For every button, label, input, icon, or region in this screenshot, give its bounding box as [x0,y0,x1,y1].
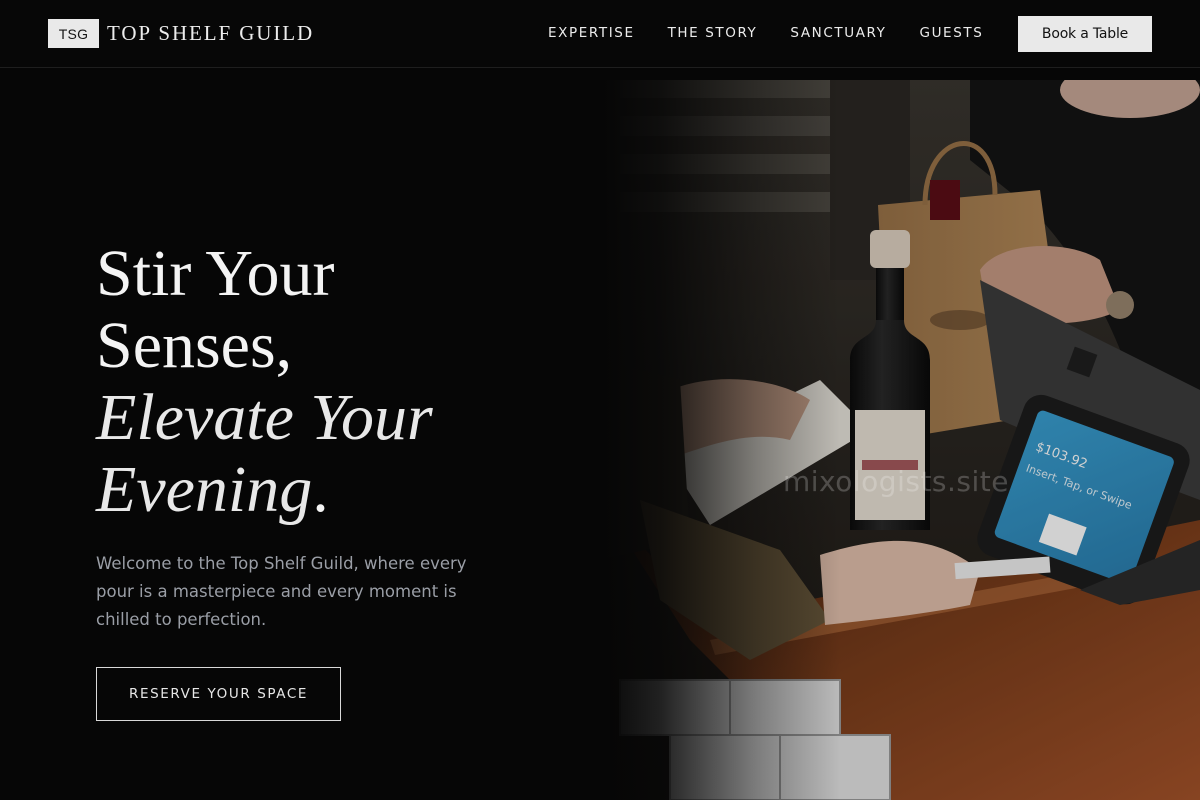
hero-title: Stir Your Senses, Elevate Your Evening. [96,238,576,526]
nav-link-expertise[interactable]: EXPERTISE [548,24,635,43]
logo-badge: TSG [48,19,99,48]
hero-photo: $103.92 Insert, Tap, or Swipe [600,80,1200,800]
site-header: TSG TOP SHELF GUILD EXPERTISE THE STORY … [0,0,1200,68]
hero-title-line-4: Evening [96,453,313,526]
watermark-text: mixologists.site [783,465,1009,498]
hero-title-line-2: Senses, [96,309,293,382]
book-table-button[interactable]: Book a Table [1018,16,1152,52]
brand-name: TOP SHELF GUILD [107,21,315,45]
main-nav: EXPERTISE THE STORY SANCTUARY GUESTS [548,24,983,43]
nav-link-guests[interactable]: GUESTS [920,24,984,43]
hero-title-line-1: Stir Your [96,237,335,310]
hero-title-line-3: Elevate Your [96,381,433,454]
hero-title-period: . [312,453,329,526]
hero-title-line-4-wrap: Evening. [96,454,576,526]
hero-lead: Welcome to the Top Shelf Guild, where ev… [96,554,467,629]
reserve-space-button[interactable]: RESERVE YOUR SPACE [96,667,341,721]
nav-link-the-story[interactable]: THE STORY [668,24,758,43]
nav-link-sanctuary[interactable]: SANCTUARY [790,24,886,43]
brand-logo[interactable]: TSG TOP SHELF GUILD [48,19,314,48]
